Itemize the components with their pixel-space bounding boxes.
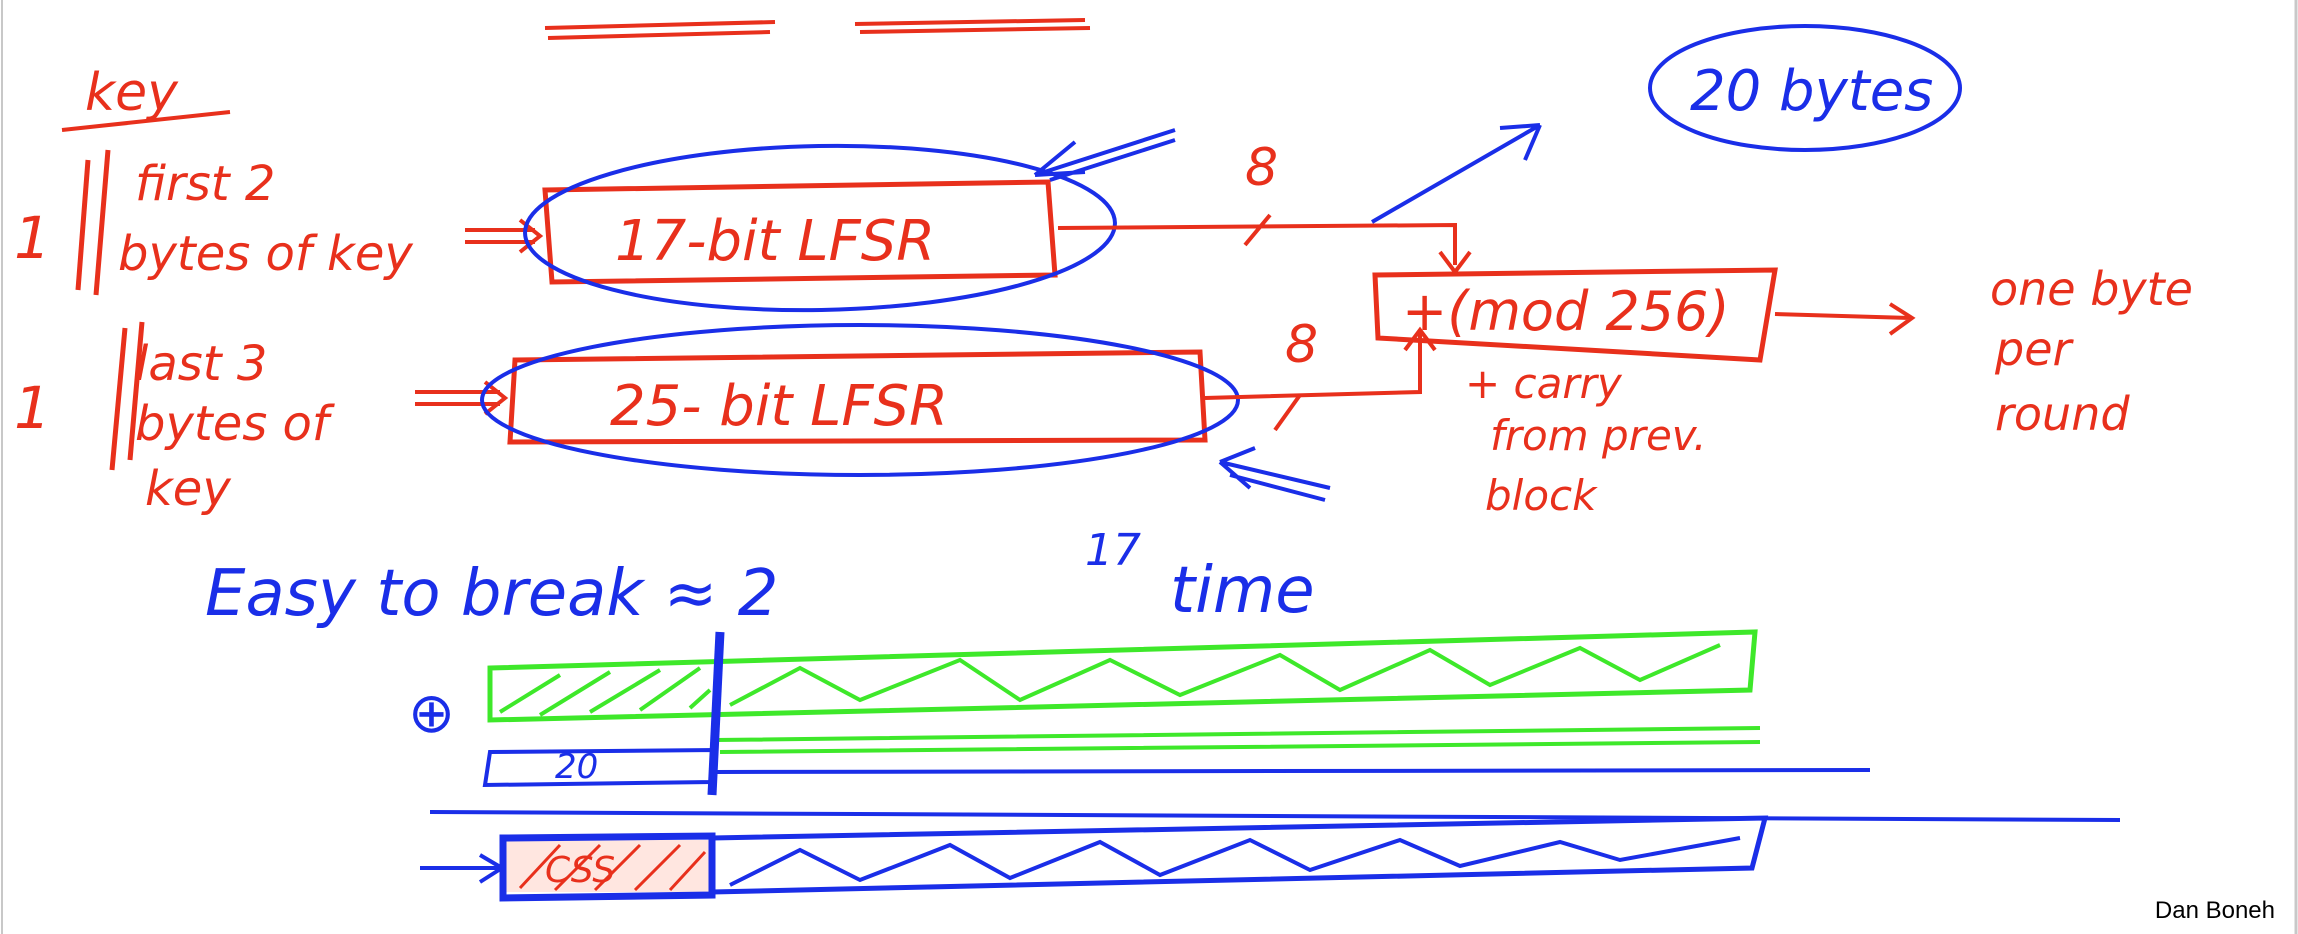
carry-line-2: from prev. [1490,411,1707,460]
bar-marks [75,149,145,471]
to-20bytes-arrow [1370,123,1542,224]
output-line-1: one byte [1990,262,2193,316]
exponent-17: 17 [1085,525,1141,576]
output-line-3: round [1995,387,2130,441]
one-top: 1 [14,204,51,272]
one-bottom: 1 [14,374,51,442]
lfsr25-label: 25- bit LFSR [610,374,948,439]
eight-top: 8 [1245,138,1278,198]
prefix-20-label: 20 [555,747,598,787]
output-line-2: per [1994,322,2075,376]
css-label: CSS [545,850,615,891]
top-underlines [544,18,1091,40]
result-bar: CSS [420,815,1769,902]
bytes-of-key-label: bytes of key [118,226,413,282]
key-label-2: key [145,461,231,517]
last-3-label: last 3 [135,336,267,392]
20bytes-label: 20 bytes [1690,59,1933,124]
bytes-of-label: bytes of [135,396,335,452]
key-heading: key [85,63,179,123]
output-arrow [1774,302,1916,336]
lfsr25-shift-arrow [1218,446,1331,502]
handwritten-diagram: key 1 1 first 2 bytes of key last 3 byte… [1,0,2298,934]
lfsr17-shift-arrow [1033,128,1176,182]
carry-line-3: block [1485,471,1598,520]
author-credit: Dan Boneh [2155,897,2275,924]
eight-bottom: 8 [1285,315,1318,375]
adder-label: +(mod 256) [1402,280,1730,343]
easy-to-break-text: Easy to break ≈ 2 [205,557,778,631]
lfsr17-label: 17-bit LFSR [615,209,935,274]
blue-underline-long [714,768,1871,774]
prefix-20-box [482,747,718,788]
green-keystream-bar [487,629,1761,754]
first-2-label: first 2 [135,156,275,212]
whiteboard: key 1 1 first 2 bytes of key last 3 byte… [0,0,2298,934]
carry-line-1: + carry [1465,359,1623,408]
xor-symbol: ⊕ [408,681,455,746]
time-text: time [1170,554,1315,628]
input-arrows [415,218,544,416]
separator-line [429,810,2121,822]
